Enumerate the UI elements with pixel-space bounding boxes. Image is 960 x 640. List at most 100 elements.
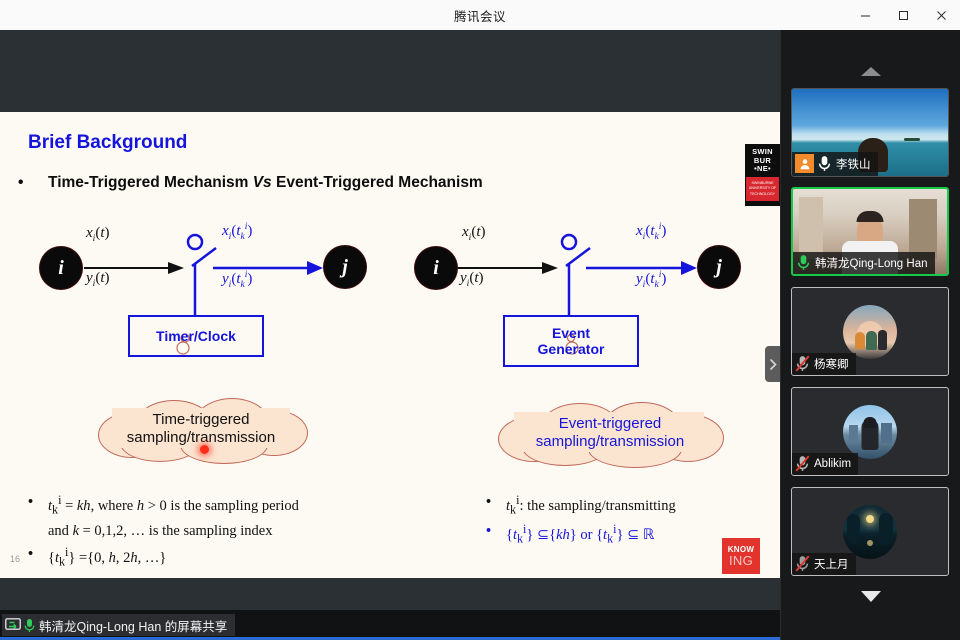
swinburne-sub1: SWINBURNE <box>751 180 774 185</box>
right-cloud: Event-triggered sampling/transmission <box>492 400 728 468</box>
swinburne-sub2: UNIVERSITY OF <box>748 186 777 191</box>
share-status-bar: 韩清龙Qing-Long Han 的屏幕共享 <box>0 610 780 640</box>
maximize-button[interactable] <box>884 0 922 30</box>
close-icon <box>936 10 946 20</box>
swinburne-sub3: TECHNOLOGY <box>749 191 776 196</box>
left-note-1: • tki = kh, where h > 0 is the sampling … <box>28 493 299 517</box>
window-controls <box>846 0 960 30</box>
right-label-xi-tk: xi(tki) <box>636 222 667 242</box>
knowing-line2: ING <box>728 552 753 568</box>
participant-tile-2[interactable]: 韩清龙Qing-Long Han <box>791 187 949 276</box>
swinburne-wordmark: SWIN BUR •NE• <box>752 147 773 174</box>
triangle-up-icon <box>861 66 881 76</box>
screen-share-icon <box>5 618 21 630</box>
swinburne-logo: SWIN BUR •NE• SWINBURNE UNIVERSITY OF TE… <box>745 144 780 206</box>
left-label-xi-t: xi(t) <box>86 225 110 244</box>
participant-4-name: Ablikim <box>814 457 852 470</box>
right-cloud-line1: Event-triggered <box>558 414 662 432</box>
letterbox-top <box>0 30 780 112</box>
scroll-up-button[interactable] <box>781 60 960 82</box>
bullet-text-pre: Time-Triggered Mechanism <box>48 174 253 191</box>
right-note-1: • tki: the sampling/transmitting <box>486 493 676 517</box>
event-generator-line2: Generator <box>537 341 605 357</box>
collapse-panel-button[interactable] <box>765 346 780 382</box>
participant-tile-4[interactable]: Ablikim <box>791 387 949 476</box>
scroll-down-button[interactable] <box>781 585 960 607</box>
share-status-chip[interactable]: 韩清龙Qing-Long Han 的屏幕共享 <box>2 614 236 636</box>
event-generator-line1: Event <box>551 324 591 341</box>
shared-screen-region[interactable]: Brief Background • Time-Triggered Mechani… <box>0 30 780 610</box>
right-node-i-label: i <box>433 256 439 279</box>
event-generator-box: Event Generator <box>503 315 639 367</box>
timer-clock-label: Timer/Clock <box>156 327 236 344</box>
participant-tile-3[interactable]: 杨寒卿 <box>791 287 949 376</box>
participant-5-name: 天上月 <box>814 558 849 571</box>
participant-1-nameplate: 李铁山 <box>792 152 878 176</box>
bullet-text-post: Event-Triggered Mechanism <box>271 174 483 191</box>
right-label-xi-t: xi(t) <box>462 224 486 243</box>
microphone-muted-icon <box>795 555 810 572</box>
share-status-label: 韩清龙Qing-Long Han 的屏幕共享 <box>39 619 228 634</box>
swinburne-line3: •NE• <box>754 164 771 174</box>
microphone-icon <box>797 255 810 270</box>
right-label-yi-tk: yi(tki) <box>636 270 667 290</box>
participant-5-nameplate: 天上月 <box>792 553 856 575</box>
left-label-yi-t: yi(t) <box>86 270 110 289</box>
participant-3-avatar <box>843 304 897 359</box>
left-node-j: j <box>324 246 366 288</box>
left-label-xi-tk: xi(tki) <box>222 222 253 242</box>
host-badge-icon <box>795 154 814 173</box>
minimize-icon <box>860 15 870 16</box>
knowing-logo: KNOW ING <box>722 538 760 574</box>
bullet-text-em: Vs <box>252 174 272 191</box>
left-label-yi-tk: yi(tki) <box>222 270 253 290</box>
laser-pointer-dot <box>200 445 209 454</box>
right-node-j: j <box>698 246 740 288</box>
participants-panel: 李铁山 韩清龙Qing-Long Han 杨寒卿 Ablikim 天上月 <box>780 30 960 640</box>
triangle-down-icon <box>861 590 881 602</box>
slide-title: Brief Background <box>28 132 188 153</box>
tencent-meeting-window: 腾讯会议 Brief Background • Time-Triggered Me… <box>0 0 960 640</box>
person-icon <box>800 158 809 169</box>
slide-number: 16 <box>10 554 21 564</box>
participant-5-avatar <box>843 504 897 559</box>
right-cloud-line2: sampling/transmission <box>535 433 685 450</box>
microphone-icon <box>24 618 35 632</box>
participant-tile-5[interactable]: 天上月 <box>791 487 949 576</box>
left-note-1b: and k = 0,1,2, … is the sampling index <box>48 523 273 540</box>
left-cloud-line2: sampling/transmission <box>126 429 276 446</box>
chevron-right-icon <box>769 358 777 370</box>
slide-main-bullet: • Time-Triggered Mechanism Vs Event-Trigg… <box>18 174 483 192</box>
right-label-yi-t: yi(t) <box>460 270 484 289</box>
left-cloud-text: Time-triggered sampling/transmission <box>121 411 281 448</box>
microphone-muted-icon <box>795 455 810 472</box>
participant-4-nameplate: Ablikim <box>792 453 859 475</box>
participant-2-nameplate: 韩清龙Qing-Long Han <box>793 252 935 274</box>
left-node-i-label: i <box>58 256 64 279</box>
left-note-2: • {tki} ={0, h, 2h, …} <box>28 545 167 569</box>
letterbox-bottom <box>0 578 780 610</box>
left-cloud-line1: Time-triggered <box>152 410 250 428</box>
maximize-icon <box>898 10 908 20</box>
participant-3-nameplate: 杨寒卿 <box>792 353 856 375</box>
participant-4-avatar <box>843 404 897 459</box>
minimize-button[interactable] <box>846 0 884 30</box>
meeting-body: Brief Background • Time-Triggered Mechani… <box>0 30 960 640</box>
participant-2-name: 韩清龙Qing-Long Han <box>815 257 928 270</box>
presentation-slide: Brief Background • Time-Triggered Mechani… <box>0 112 780 578</box>
title-bar: 腾讯会议 <box>0 0 960 31</box>
left-notes: • tki = kh, where h > 0 is the sampling … <box>28 492 458 573</box>
participant-1-name: 李铁山 <box>836 158 871 171</box>
microphone-icon <box>818 156 831 171</box>
timer-clock-box: Timer/Clock <box>128 315 264 357</box>
right-node-j-label: j <box>716 255 722 278</box>
microphone-muted-icon <box>795 355 810 372</box>
right-cloud-text: Event-triggered sampling/transmission <box>530 415 690 452</box>
window-title: 腾讯会议 <box>453 9 506 24</box>
participant-3-name: 杨寒卿 <box>814 358 849 371</box>
right-node-i: i <box>415 247 457 289</box>
participant-tile-1[interactable]: 李铁山 <box>791 88 949 177</box>
left-node-i: i <box>40 247 82 289</box>
close-button[interactable] <box>922 0 960 30</box>
swinburne-subtitle: SWINBURNE UNIVERSITY OF TECHNOLOGY <box>746 176 779 201</box>
